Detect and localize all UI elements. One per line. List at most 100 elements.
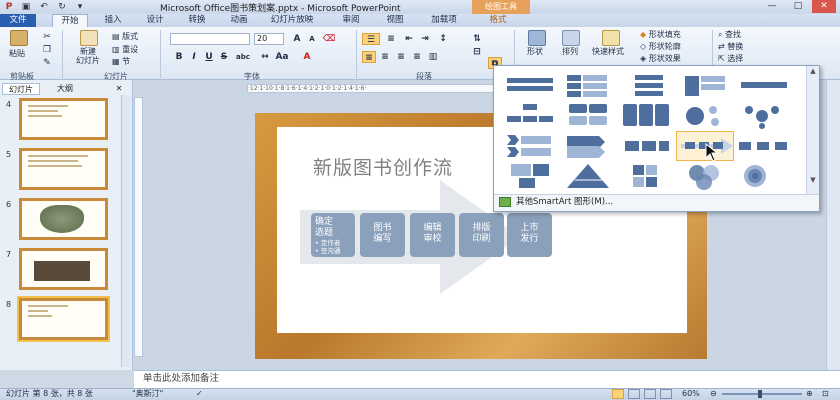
gallery-item-basic-list[interactable] [501,72,559,100]
gallery-item-target[interactable] [733,162,791,190]
quick-styles-icon[interactable] [602,30,620,46]
notes-pane[interactable] [134,370,840,388]
tab-format[interactable]: 格式 [480,14,516,27]
gallery-item-basic-process[interactable] [735,132,793,160]
gallery-item-horizontal-list[interactable] [733,72,791,100]
tab-insert[interactable]: 插入 [96,14,130,27]
gallery-item-picture-accent[interactable] [501,162,559,190]
new-slide-icon[interactable] [80,30,98,46]
slide-thumbnail-7[interactable] [19,248,108,290]
tab-outline[interactable]: 大纲 [46,83,84,95]
zoom-level[interactable]: 60% [682,389,700,399]
tab-slideshow[interactable]: 幻灯片放映 [262,14,322,27]
format-painter-icon[interactable]: ✎ [40,57,54,69]
quick-styles-button[interactable]: 快速样式 [592,46,624,57]
gallery-scrollbar[interactable]: ▲ ▼ [806,66,819,194]
slideshow-view-icon[interactable] [660,389,672,399]
slide-title[interactable]: 新版图书创作流 [313,153,453,180]
gallery-item-bubble-list[interactable] [675,102,733,130]
zoom-out-icon[interactable]: ⊖ [710,389,717,399]
clear-format-icon[interactable]: ⌫ [322,33,336,45]
gallery-item-stacked-list[interactable] [559,72,617,100]
minimize-button[interactable]: — [760,0,784,13]
section-button[interactable]: ▦ 节 [112,56,130,67]
tab-view[interactable]: 视图 [378,14,412,27]
font-color-icon[interactable]: A [300,51,314,63]
undo-icon[interactable]: ↶ [38,1,50,13]
smartart-step-3[interactable]: 编辑 审校 [410,213,455,257]
slide-thumbnail-5[interactable] [19,148,108,190]
change-case-icon[interactable]: Aa [275,51,289,63]
replace-button[interactable]: ⇄ 替换 [718,41,743,52]
slide-thumbnail-4[interactable] [19,98,108,140]
redo-icon[interactable]: ↻ [56,1,68,13]
fit-to-window-icon[interactable]: ⊡ [822,389,829,399]
find-button[interactable]: ⌕ 查找 [718,29,741,40]
tab-slides[interactable]: 幻灯片 [2,83,40,95]
smartart-step-2[interactable]: 图书 编写 [360,213,405,257]
gallery-item-pyramid[interactable] [559,162,617,190]
zoom-slider[interactable] [722,393,802,395]
smartart-step-1[interactable]: 确定 选题 • 定作者 • 签沟通 [311,213,355,257]
layout-button[interactable]: ▤ 版式 [112,31,138,42]
underline-button[interactable]: U [202,51,216,63]
select-button[interactable]: ⇱ 选择 [718,53,743,64]
gallery-item-stacked-chevron[interactable] [559,132,617,160]
copy-icon[interactable]: ❐ [40,44,54,56]
slide-thumbnail-6[interactable] [19,198,108,240]
shapes-button[interactable]: 形状 [527,46,543,57]
cut-icon[interactable]: ✂ [40,31,54,43]
more-smartart-graphics-item[interactable]: 其他SmartArt 图形(M)... [516,196,613,208]
shape-effects-button[interactable]: ◈ 形状效果 [640,53,681,64]
scroll-up-icon[interactable]: ▲ [807,66,819,77]
zoom-in-icon[interactable]: ⊕ [806,389,813,399]
slide-thumbnail-8[interactable] [17,296,110,342]
tab-file[interactable]: 文件 [0,14,36,27]
bold-button[interactable]: B [172,51,186,63]
slide-sorter-icon[interactable] [628,389,640,399]
smartart-step-5[interactable]: 上市 发行 [507,213,552,257]
numbering-icon[interactable]: ≡ [384,33,398,45]
align-center-icon[interactable]: ≡ [378,51,392,63]
tab-animations[interactable]: 动画 [222,14,256,27]
save-icon[interactable]: ▣ [20,1,32,13]
maximize-button[interactable]: □ [786,0,810,13]
tab-review[interactable]: 审阅 [334,14,368,27]
close-button[interactable]: ✕ [812,0,836,13]
new-slide-button[interactable]: 新建 幻灯片 [76,47,100,65]
gallery-item-hierarchy[interactable] [501,102,559,130]
justify-icon[interactable]: ≡ [410,51,424,63]
font-name-combo[interactable] [170,33,250,45]
shrink-font-icon[interactable]: A [305,33,319,45]
gallery-item-vertical-list[interactable] [617,72,675,100]
arrange-button[interactable]: 排列 [562,46,578,57]
notes-placeholder[interactable]: 单击此处添加备注 [143,372,219,385]
align-left-icon[interactable]: ≡ [362,51,376,63]
vertical-scrollbar[interactable] [826,80,840,370]
tab-home[interactable]: 开始 [52,14,88,27]
scroll-down-icon[interactable]: ▼ [807,175,819,186]
spellcheck-icon[interactable]: ✓ [196,389,203,399]
gallery-item-matrix[interactable] [617,162,675,190]
char-spacing-icon[interactable]: ↔ [258,51,272,63]
gallery-item-cycle[interactable] [733,102,791,130]
zoom-slider-thumb[interactable] [758,390,762,398]
smartart-step-4[interactable]: 排版 印刷 [459,213,504,257]
align-right-icon[interactable]: ≡ [394,51,408,63]
tab-design[interactable]: 设计 [138,14,172,27]
align-text-icon[interactable]: ⊟ [470,46,484,58]
italic-button[interactable]: I [187,51,201,63]
paste-button[interactable]: 粘贴 [9,48,25,59]
grow-font-icon[interactable]: A [290,33,304,45]
text-shadow-button[interactable]: abc [233,51,253,63]
close-pane-icon[interactable]: ✕ [112,83,126,95]
gallery-item-grouped-list[interactable] [559,102,617,130]
font-size-combo[interactable]: 20 [254,33,284,45]
paste-icon[interactable] [10,30,28,46]
line-spacing-icon[interactable]: ↕ [436,33,450,45]
reading-view-icon[interactable] [644,389,656,399]
shapes-icon[interactable] [528,30,546,46]
shape-fill-button[interactable]: ◆ 形状填充 [640,29,681,40]
gallery-item-process[interactable] [617,132,675,160]
arrange-icon[interactable] [562,30,580,46]
